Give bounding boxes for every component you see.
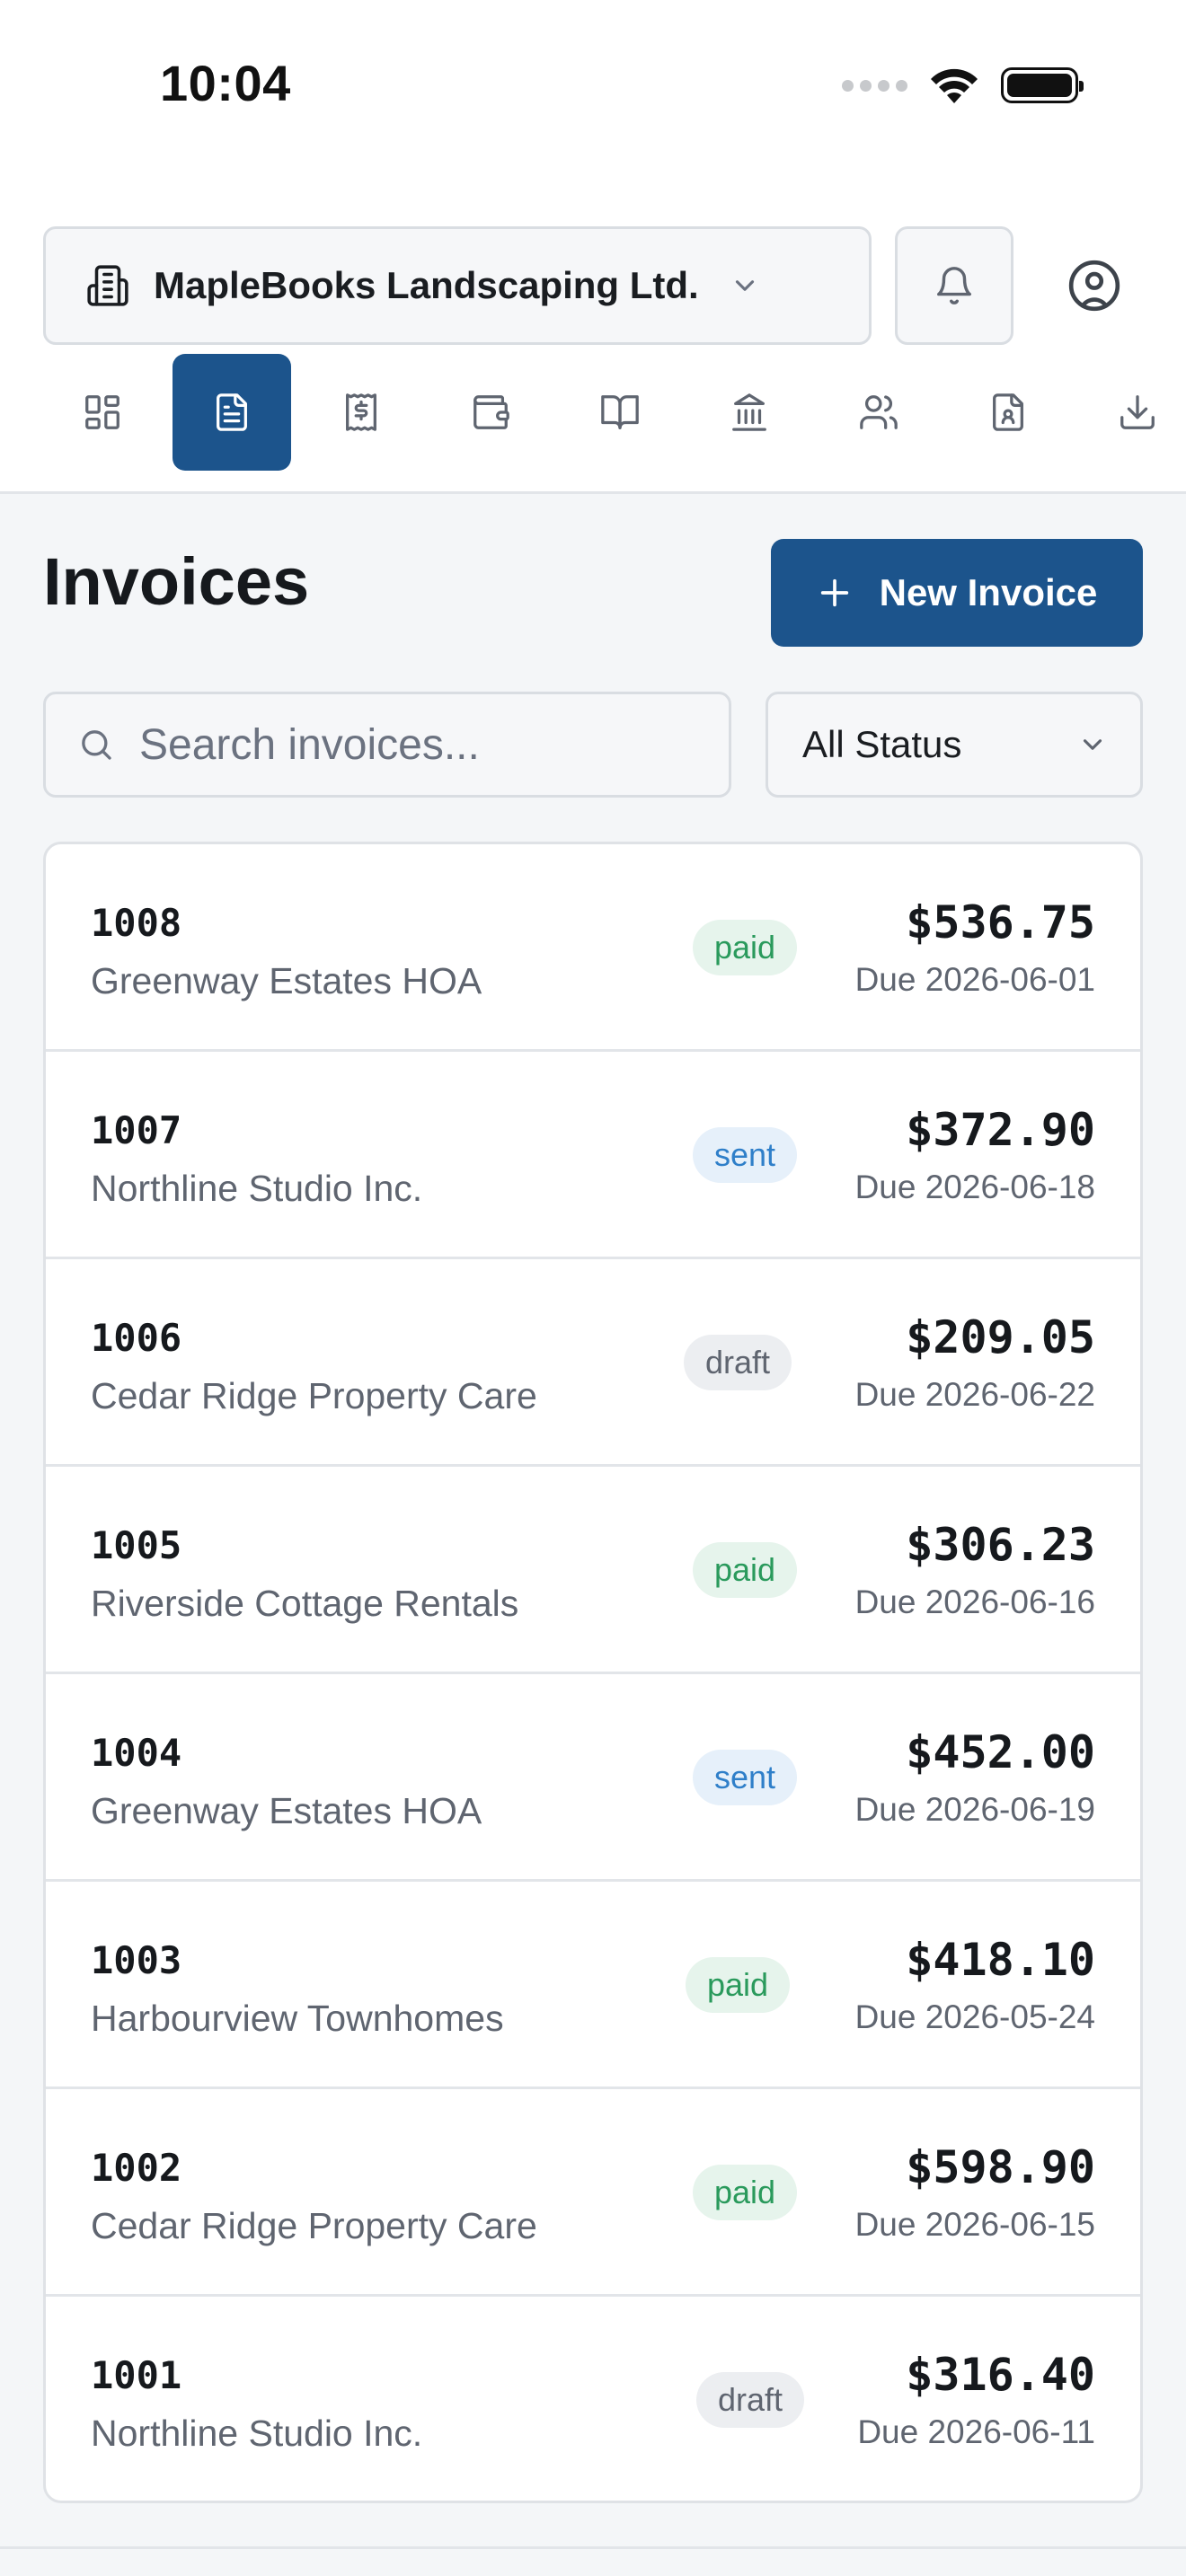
- invoice-list: 1008 Greenway Estates HOA paid $536.75 D…: [43, 842, 1143, 2503]
- wallet-icon: [474, 395, 509, 429]
- invoice-amount: $316.40: [906, 2349, 1095, 2401]
- wifi-icon: [931, 68, 978, 103]
- bell-icon: [937, 267, 971, 304]
- module-nav: [0, 352, 1186, 473]
- nav-export[interactable]: [1078, 354, 1186, 471]
- table-row[interactable]: 1008 Greenway Estates HOA paid $536.75 D…: [46, 844, 1140, 1052]
- invoice-client: Greenway Estates HOA: [91, 960, 482, 1001]
- table-row[interactable]: 1001 Northline Studio Inc. draft $316.40…: [46, 2297, 1140, 2501]
- cellular-signal-icon: [842, 79, 907, 92]
- invoice-client: Cedar Ridge Property Care: [91, 2205, 537, 2246]
- invoice-due-date: Due 2026-06-15: [854, 2206, 1095, 2243]
- bank-icon: [732, 393, 766, 431]
- search-icon: [82, 730, 111, 760]
- invoice-number: 1005: [91, 1523, 182, 1567]
- building-icon: [87, 265, 128, 306]
- status-badge: paid: [692, 920, 797, 975]
- table-row[interactable]: 1005 Riverside Cottage Rentals paid $306…: [46, 1467, 1140, 1674]
- table-row[interactable]: 1007 Northline Studio Inc. sent $372.90 …: [46, 1052, 1140, 1259]
- status-badge: paid: [692, 2165, 797, 2220]
- company-name: MapleBooks Landscaping Ltd.: [154, 264, 699, 306]
- status-badge: paid: [685, 1957, 790, 2013]
- new-invoice-label: New Invoice: [879, 571, 1098, 613]
- status-badge: draft: [695, 2372, 804, 2428]
- status-icons: [842, 63, 1084, 108]
- invoice-number: 1007: [91, 1108, 182, 1152]
- users-icon: [860, 395, 898, 429]
- invoice-client: Northline Studio Inc.: [91, 2413, 423, 2454]
- app-root: 10:04 MapleBooks Landscaping Ltd. Invoic…: [0, 0, 1186, 2576]
- invoice-client: Harbourview Townhomes: [91, 1998, 504, 2039]
- dashboard-icon: [85, 395, 119, 429]
- invoice-amount: $209.05: [906, 1311, 1095, 1363]
- new-invoice-button[interactable]: New Invoice: [771, 539, 1143, 647]
- invoice-due-date: Due 2026-06-18: [854, 1169, 1095, 1205]
- top-panel: 10:04 MapleBooks Landscaping Ltd.: [0, 0, 1186, 494]
- invoice-amount: $418.10: [906, 1934, 1095, 1986]
- table-row[interactable]: 1004 Greenway Estates HOA sent $452.00 D…: [46, 1674, 1140, 1882]
- bottom-divider: [0, 2546, 1186, 2549]
- nav-invoices[interactable]: [173, 354, 291, 471]
- status-time: 10:04: [160, 55, 291, 111]
- file-user-icon: [993, 393, 1023, 431]
- invoice-due-date: Due 2026-06-01: [854, 961, 1095, 998]
- book-open-icon: [601, 395, 639, 429]
- page-title: Invoices: [43, 544, 310, 619]
- status-bar: 10:04: [0, 0, 1186, 171]
- status-badge: draft: [683, 1335, 792, 1390]
- nav-dashboard[interactable]: [43, 354, 162, 471]
- invoice-amount: $536.75: [906, 896, 1095, 948]
- invoice-number: 1004: [91, 1731, 182, 1775]
- invoice-amount: $372.90: [906, 1104, 1095, 1156]
- invoice-amount: $452.00: [906, 1726, 1095, 1778]
- status-filter-value: All Status: [802, 723, 962, 765]
- invoice-number: 1008: [91, 901, 182, 945]
- invoice-number: 1003: [91, 1938, 182, 1982]
- search-box: [43, 692, 731, 798]
- chevron-down-icon: [1083, 739, 1102, 750]
- invoice-number: 1001: [91, 2353, 182, 2397]
- plus-icon: [820, 578, 848, 607]
- chevron-down-icon: [735, 280, 754, 291]
- profile-button[interactable]: [1035, 226, 1154, 345]
- invoice-client: Greenway Estates HOA: [91, 1790, 482, 1831]
- invoice-number: 1006: [91, 1316, 182, 1360]
- status-badge: sent: [692, 1750, 797, 1805]
- invoice-due-date: Due 2026-05-24: [854, 1998, 1095, 2035]
- nav-contacts[interactable]: [819, 354, 938, 471]
- receipt-dollar-icon: [346, 393, 376, 431]
- nav-banking[interactable]: [690, 354, 809, 471]
- nav-client-files[interactable]: [949, 354, 1067, 471]
- company-selector[interactable]: MapleBooks Landscaping Ltd.: [43, 226, 872, 345]
- table-row[interactable]: 1003 Harbourview Townhomes paid $418.10 …: [46, 1882, 1140, 2089]
- invoice-due-date: Due 2026-06-19: [854, 1791, 1095, 1828]
- invoice-due-date: Due 2026-06-16: [854, 1584, 1095, 1620]
- nav-wallet[interactable]: [431, 354, 550, 471]
- status-filter-select[interactable]: All Status: [766, 692, 1143, 798]
- invoice-amount: $598.90: [906, 2141, 1095, 2193]
- table-row[interactable]: 1006 Cedar Ridge Property Care draft $20…: [46, 1259, 1140, 1467]
- invoice-due-date: Due 2026-06-22: [854, 1376, 1095, 1413]
- invoice-client: Cedar Ridge Property Care: [91, 1375, 537, 1416]
- battery-icon: [1001, 67, 1084, 103]
- nav-ledger[interactable]: [561, 354, 679, 471]
- notifications-button[interactable]: [895, 226, 1013, 345]
- invoice-amount: $306.23: [906, 1519, 1095, 1571]
- status-badge: sent: [692, 1127, 797, 1183]
- invoice-number: 1002: [91, 2146, 182, 2190]
- nav-receipts[interactable]: [302, 354, 420, 471]
- status-badge: paid: [692, 1542, 797, 1598]
- table-row[interactable]: 1002 Cedar Ridge Property Care paid $598…: [46, 2089, 1140, 2297]
- user-circle-icon: [1068, 260, 1120, 312]
- invoice-client: Riverside Cottage Rentals: [91, 1583, 519, 1624]
- invoice-client: Northline Studio Inc.: [91, 1168, 423, 1209]
- invoice-due-date: Due 2026-06-11: [857, 2413, 1095, 2450]
- search-input[interactable]: [139, 719, 696, 770]
- download-icon: [1120, 395, 1155, 429]
- document-icon: [217, 393, 247, 431]
